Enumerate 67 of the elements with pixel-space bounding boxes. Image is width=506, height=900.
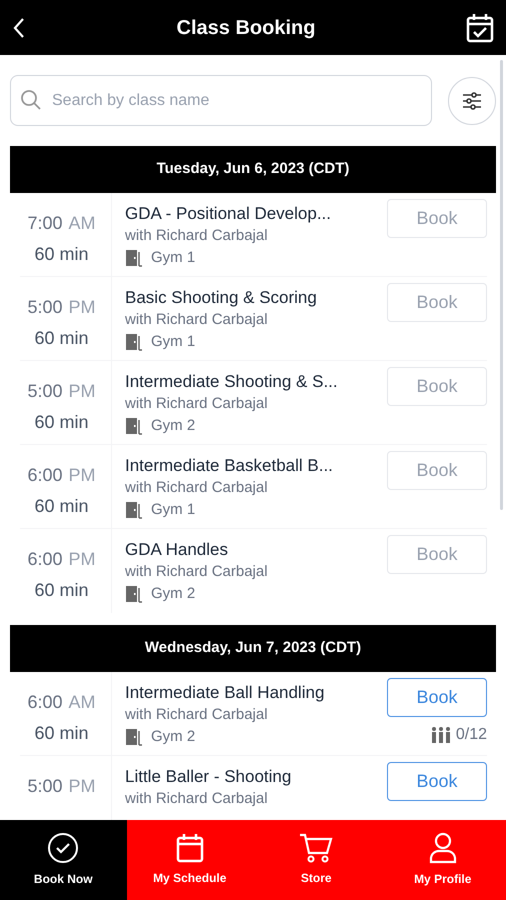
instructor-name: with Richard Carbajal xyxy=(125,226,269,246)
instructor-name: with Richard Carbajal xyxy=(125,789,269,809)
class-time: 5:00 xyxy=(27,296,63,319)
room-name: Gym 2 xyxy=(151,727,196,747)
class-time: 6:00 xyxy=(27,691,63,714)
date-header: Wednesday, Jun 7, 2023 (CDT) xyxy=(144,638,362,658)
calendar-icon xyxy=(176,833,204,863)
class-time: 6:00 xyxy=(27,464,63,487)
tab-bar-item[interactable]: Store xyxy=(253,820,380,900)
capacity-count: 0/12 xyxy=(456,725,487,745)
date-header: Tuesday, Jun 6, 2023 (CDT) xyxy=(156,159,350,180)
class-name: GDA - Positional Develop... xyxy=(125,203,332,225)
meridiem: AM xyxy=(68,691,96,714)
book-button[interactable]: Book xyxy=(387,762,487,801)
class-name: GDA Handles xyxy=(125,539,229,561)
class-duration: 60 min xyxy=(34,243,89,266)
tab-bar-item[interactable]: My Profile xyxy=(380,820,506,900)
screen-title: Class Booking xyxy=(176,16,316,40)
class-name: Little Baller - Shooting xyxy=(125,766,292,788)
room-name: Gym 2 xyxy=(151,416,196,436)
instructor-name: with Richard Carbajal xyxy=(125,478,269,498)
door-icon xyxy=(125,728,143,746)
instructor-name: with Richard Carbajal xyxy=(125,394,269,414)
door-icon xyxy=(125,501,143,519)
class-name: Basic Shooting & Scoring xyxy=(125,287,318,309)
check-circle-icon xyxy=(47,832,80,864)
search-icon xyxy=(20,89,42,111)
class-duration: 60 min xyxy=(34,579,89,602)
meridiem: PM xyxy=(68,296,96,319)
class-time: 7:00 xyxy=(27,212,63,235)
class-time: 5:00 xyxy=(27,380,63,403)
class-duration: 60 min xyxy=(34,722,89,745)
meridiem: PM xyxy=(68,548,96,571)
room-name: Gym 2 xyxy=(151,584,196,604)
person-icon xyxy=(428,832,457,864)
room-name: Gym 1 xyxy=(151,248,196,268)
meridiem: PM xyxy=(68,380,96,403)
back-icon[interactable] xyxy=(12,16,26,40)
book-button[interactable]: Book xyxy=(387,678,487,717)
people-icon xyxy=(430,726,452,744)
class-time: 6:00 xyxy=(27,548,63,571)
door-icon xyxy=(125,333,143,351)
door-icon xyxy=(125,249,143,267)
class-name: Intermediate Basketball B... xyxy=(125,455,334,477)
meridiem: PM xyxy=(68,464,96,487)
class-duration: 60 min xyxy=(34,327,89,350)
room-name: Gym 1 xyxy=(151,500,196,520)
search-field[interactable]: Search by class name xyxy=(10,75,432,126)
sliders-icon xyxy=(462,92,482,110)
meridiem: PM xyxy=(68,775,96,798)
class-duration: 60 min xyxy=(34,411,89,434)
instructor-name: with Richard Carbajal xyxy=(125,310,269,330)
filter-button[interactable] xyxy=(448,76,496,124)
meridiem: AM xyxy=(68,212,96,235)
class-time: 5:00 xyxy=(27,775,63,798)
cart-icon xyxy=(299,833,334,863)
door-icon xyxy=(125,585,143,603)
instructor-name: with Richard Carbajal xyxy=(125,705,269,725)
class-duration: 60 min xyxy=(34,495,89,518)
class-name: Intermediate Shooting & S... xyxy=(125,371,339,393)
door-icon xyxy=(125,417,143,435)
calendar-check-icon[interactable] xyxy=(466,12,494,42)
instructor-name: with Richard Carbajal xyxy=(125,562,269,582)
class-name: Intermediate Ball Handling xyxy=(125,682,326,704)
tab-bar-item[interactable]: Book Now xyxy=(0,820,126,900)
room-name: Gym 1 xyxy=(151,332,196,352)
tab-bar-item[interactable]: My Schedule xyxy=(126,820,253,900)
